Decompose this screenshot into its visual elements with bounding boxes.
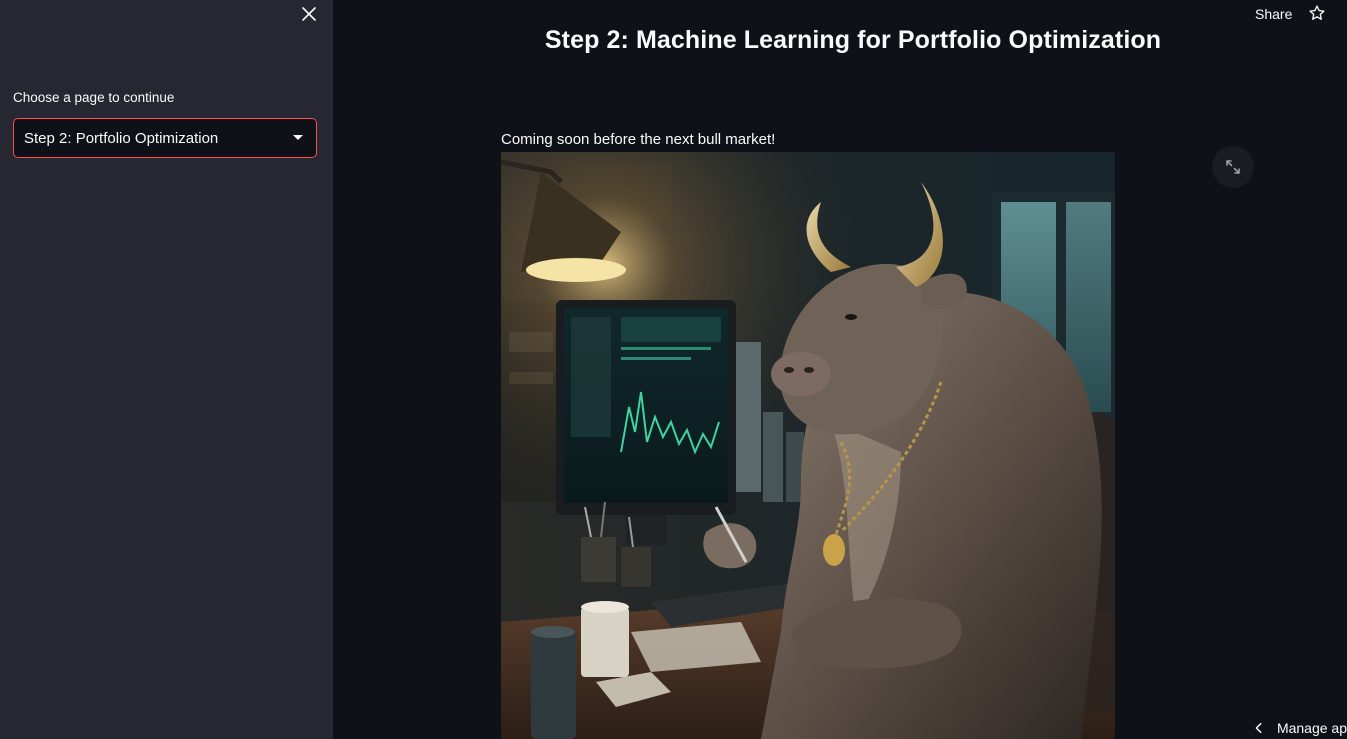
bull-trader-image xyxy=(501,152,1115,739)
manage-app-label: Manage ap xyxy=(1276,719,1347,736)
fullscreen-button[interactable] xyxy=(1212,146,1254,188)
star-icon[interactable] xyxy=(1308,4,1326,22)
share-button[interactable]: Share xyxy=(1255,5,1292,23)
app-root: Choose a page to continue Step 2: Portfo… xyxy=(0,0,1347,739)
select-label: Choose a page to continue xyxy=(13,90,175,105)
sidebar: Choose a page to continue Step 2: Portfo… xyxy=(0,0,333,739)
expand-icon xyxy=(1226,160,1240,174)
manage-app-button[interactable]: Manage ap xyxy=(1251,716,1347,739)
close-icon xyxy=(302,7,316,21)
coming-soon-text: Coming soon before the next bull market! xyxy=(501,131,776,148)
page-title: Step 2: Machine Learning for Portfolio O… xyxy=(544,26,1162,54)
main-content: Share Step 2: Machine Learning for Portf… xyxy=(333,0,1347,739)
chevron-left-icon xyxy=(1255,722,1262,733)
page-select[interactable]: Step 2: Portfolio Optimization xyxy=(13,118,317,158)
sidebar-close-button[interactable] xyxy=(298,3,320,25)
page-select-value: Step 2: Portfolio Optimization xyxy=(24,129,219,147)
bull-trader-illustration xyxy=(501,152,1115,739)
caret-down-icon xyxy=(293,135,303,140)
